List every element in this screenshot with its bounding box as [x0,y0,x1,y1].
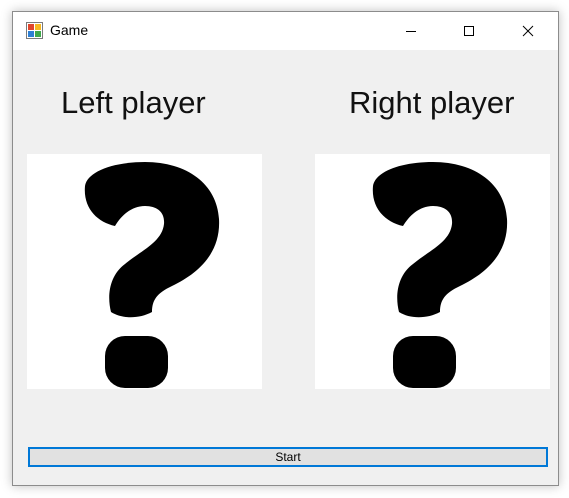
maximize-button[interactable] [446,12,492,50]
title-bar[interactable]: Game [13,12,558,50]
left-player-label: Left player [61,85,206,120]
game-window: Game Left player Right player Start [12,11,559,486]
question-mark-icon [84,162,220,388]
right-player-card [315,154,550,389]
left-player-card [27,154,262,389]
question-mark-icon [372,162,508,388]
close-icon [522,25,534,37]
minimize-icon [406,31,416,32]
window-title: Game [50,22,89,38]
maximize-icon [464,26,474,36]
start-button[interactable]: Start [28,447,548,467]
minimize-button[interactable] [388,12,434,50]
right-player-label: Right player [349,85,515,120]
app-icon [26,22,43,39]
close-button[interactable] [505,12,551,50]
